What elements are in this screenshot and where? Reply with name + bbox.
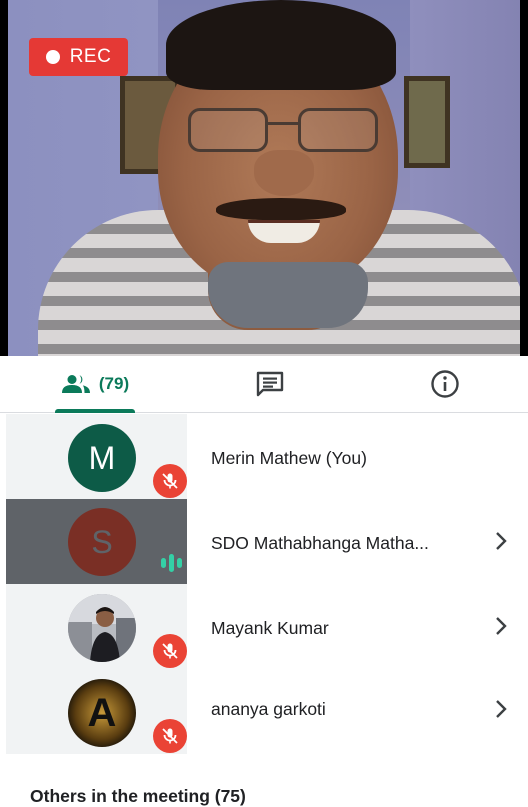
avatar: M xyxy=(68,424,136,492)
active-tab-indicator xyxy=(55,409,135,413)
participant-row[interactable]: M Merin Mathew (You) xyxy=(0,414,528,499)
participant-tile: S xyxy=(6,499,187,584)
speaker-glasses xyxy=(188,108,378,156)
participant-tile: M xyxy=(6,414,187,499)
recording-badge: REC xyxy=(29,38,128,76)
avatar-initial: M xyxy=(88,439,116,476)
speaker-mustache xyxy=(216,198,346,220)
participant-name: ananya garkoti xyxy=(211,699,326,719)
chevron-right-icon[interactable] xyxy=(494,697,508,721)
participant-tile: A xyxy=(6,669,187,754)
tab-info[interactable] xyxy=(425,356,465,412)
participant-tile xyxy=(6,584,187,669)
people-count: (79) xyxy=(98,374,130,393)
speaking-indicator-icon xyxy=(156,548,186,578)
participant-list: M Merin Mathew (You) S SDO Mathabhanga M… xyxy=(0,414,528,754)
recording-label: REC xyxy=(69,46,112,67)
participant-row[interactable]: Mayank Kumar xyxy=(0,584,528,669)
speaker-face-mask xyxy=(208,262,368,328)
chevron-right-icon[interactable] xyxy=(494,614,508,638)
participant-name: SDO Mathabhanga Matha... xyxy=(211,533,429,553)
others-in-meeting-header[interactable]: Others in the meeting (75) xyxy=(30,786,246,807)
chat-icon xyxy=(256,371,284,397)
avatar: A xyxy=(68,679,136,747)
video-feed: REC xyxy=(0,0,528,356)
people-icon xyxy=(61,375,90,393)
profile-photo xyxy=(68,594,136,662)
chevron-right-icon[interactable] xyxy=(494,529,508,553)
participant-row[interactable]: A ananya garkoti xyxy=(0,669,528,754)
participant-name: Merin Mathew (You) xyxy=(211,448,367,468)
panel-tabs: (79) xyxy=(0,356,528,413)
mic-off-icon xyxy=(153,464,187,498)
avatar-initial: S xyxy=(91,523,113,560)
speaker-nose xyxy=(254,150,314,196)
info-icon xyxy=(431,370,459,398)
wall-frame-right xyxy=(404,76,450,168)
participant-name: Mayank Kumar xyxy=(211,618,329,638)
speaker-hair xyxy=(166,0,396,90)
avatar: S xyxy=(68,508,136,576)
avatar-initial: A xyxy=(87,690,117,735)
mic-off-icon xyxy=(153,634,187,668)
tab-chat[interactable] xyxy=(250,356,290,412)
record-dot-icon xyxy=(45,50,60,64)
avatar xyxy=(68,594,136,662)
mic-off-icon xyxy=(153,719,187,753)
tab-people[interactable]: (79) xyxy=(55,356,135,413)
participant-row[interactable]: S SDO Mathabhanga Matha... xyxy=(0,499,528,584)
